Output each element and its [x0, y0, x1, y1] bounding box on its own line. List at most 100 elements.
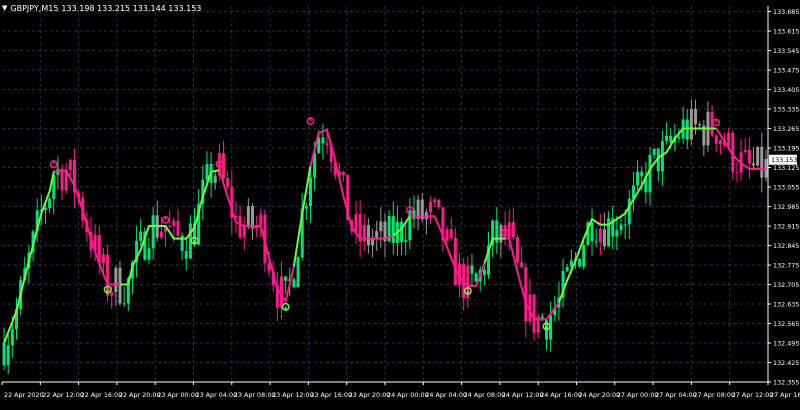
candle-body	[366, 225, 370, 246]
candle-body	[511, 222, 515, 238]
candle-body	[727, 132, 731, 146]
candle-body	[735, 171, 739, 173]
candle-body	[607, 218, 611, 247]
candle-body	[752, 163, 756, 166]
candle-body	[122, 303, 126, 305]
candle-body	[665, 135, 669, 142]
y-tick-label: 133.405	[773, 86, 799, 94]
candle-body	[259, 214, 263, 226]
x-tick-label: 24 Apr 12:00	[502, 391, 544, 399]
candle-body	[598, 228, 602, 243]
candle-body	[284, 276, 288, 281]
candle-body	[106, 254, 110, 296]
candle-body	[747, 149, 751, 164]
y-tick-label: 133.055	[773, 184, 799, 192]
candle-body	[159, 231, 163, 238]
candle-body	[308, 177, 312, 207]
candle-body	[698, 124, 702, 126]
candle-body	[371, 238, 375, 246]
candle-body	[114, 267, 118, 293]
candle-body	[677, 136, 681, 139]
x-tick-label: 24 Apr 00:00	[387, 391, 429, 399]
x-tick-label: 24 Apr 16:00	[540, 391, 582, 399]
candle-body	[400, 221, 404, 242]
y-tick-label: 133.125	[773, 164, 799, 172]
candle-body	[640, 171, 644, 177]
chart-header: ▼ GBPJPY,M15 133.198 133.215 133.144 133…	[2, 2, 201, 14]
candle-body	[101, 254, 105, 263]
candle-body	[445, 229, 449, 241]
candle-body	[520, 262, 524, 268]
candle-body	[756, 146, 760, 166]
y-tick-label: 132.705	[773, 281, 799, 289]
x-tick-label: 27 Apr 12:00	[732, 391, 774, 399]
y-tick-label: 132.565	[773, 320, 799, 328]
candle-body	[615, 230, 619, 237]
candle-body	[694, 109, 698, 125]
candle-body	[404, 240, 408, 242]
candle-body	[296, 257, 300, 288]
x-tick-label: 27 Apr 08:00	[693, 391, 735, 399]
x-tick-label: 24 Apr 04:00	[425, 391, 467, 399]
x-tick-label: 22 Apr 2020	[4, 391, 44, 399]
candle-body	[718, 140, 722, 144]
candle-body	[619, 224, 623, 231]
candle-body	[172, 220, 176, 227]
candle-body	[43, 208, 47, 211]
candle-body	[433, 199, 437, 202]
candle-body	[139, 231, 143, 241]
candle-body	[147, 248, 151, 260]
candle-body	[391, 215, 395, 243]
candle-body	[437, 199, 441, 208]
x-tick-label: 22 Apr 20:00	[119, 391, 161, 399]
candle-body	[48, 198, 52, 209]
y-tick-label: 133.475	[773, 67, 799, 75]
y-tick-label: 133.545	[773, 47, 799, 55]
candle-body	[590, 222, 594, 242]
candle-body	[246, 206, 250, 227]
x-tick-label: 23 Apr 20:00	[349, 391, 391, 399]
candle-body	[205, 164, 209, 180]
x-tick-label: 27 Apr 00:00	[617, 391, 659, 399]
candle-body	[582, 245, 586, 267]
y-tick-label: 133.265	[773, 125, 799, 133]
x-tick-label: 23 Apr 04:00	[196, 391, 238, 399]
candle-body	[6, 345, 10, 366]
price-chart: 133.685 133.615 133.545 133.475 133.405 133.3…	[0, 0, 800, 406]
x-tick-label: 22 Apr 16:00	[81, 391, 123, 399]
candle-body	[648, 154, 652, 193]
candle-body	[689, 109, 693, 140]
candle-body	[292, 279, 296, 288]
y-tick-label: 132.355	[773, 379, 799, 387]
candle-body	[524, 267, 528, 322]
candle-body	[10, 329, 14, 346]
y-tick-label: 133.335	[773, 106, 799, 114]
triangle-down-icon[interactable]: ▼	[2, 4, 7, 12]
candle-body	[449, 229, 453, 239]
x-tick-label: 22 Apr 12:00	[42, 391, 84, 399]
candle-body	[325, 143, 329, 146]
x-tick-label: 24 Apr 08:00	[464, 391, 506, 399]
x-tick-label: 23 Apr 00:00	[157, 391, 199, 399]
y-tick-label: 132.985	[773, 203, 799, 211]
x-tick-label: 23 Apr 16:00	[310, 391, 352, 399]
y-tick-label: 132.635	[773, 301, 799, 309]
candle-body	[68, 159, 72, 170]
chart-area[interactable]: 133.685 133.615 133.545 133.475 133.405 133.3…	[0, 0, 800, 406]
x-tick-label: 27 Apr 16:00	[770, 391, 800, 399]
candle-body	[743, 149, 747, 153]
candle-body	[602, 228, 606, 247]
candle-body	[760, 146, 764, 178]
y-tick-label: 133.195	[773, 145, 799, 153]
y-tick-label: 132.775	[773, 262, 799, 270]
candle-body	[482, 269, 486, 275]
candle-body	[354, 214, 358, 232]
candle-body	[176, 220, 180, 236]
candle-body	[623, 224, 627, 226]
symbol-label: GBPJPY,M15	[10, 3, 59, 13]
candle-body	[379, 221, 383, 232]
candle-body	[342, 172, 346, 175]
y-tick-label: 133.685	[773, 8, 799, 16]
candle-body	[168, 226, 172, 228]
candle-body	[213, 175, 217, 183]
